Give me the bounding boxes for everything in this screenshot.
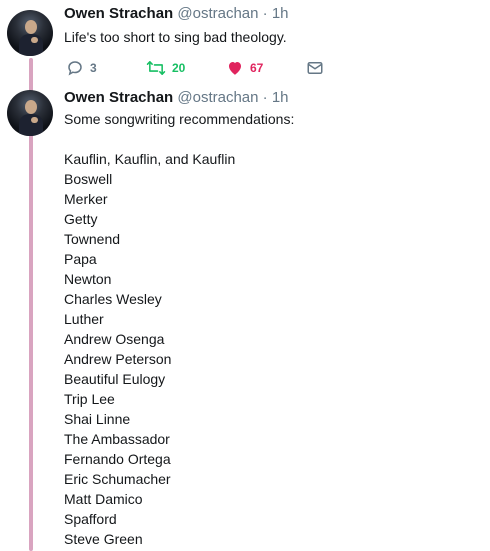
- list-item: Boswell: [64, 171, 113, 187]
- list-item: Matt Damico: [64, 491, 143, 507]
- author-name[interactable]: Owen Strachan: [64, 89, 173, 106]
- list-item: Andrew Osenga: [64, 331, 165, 347]
- heart-icon: [226, 59, 244, 77]
- retweet-button[interactable]: 20: [146, 59, 185, 77]
- envelope-icon: [306, 59, 324, 77]
- separator-dot: ·: [262, 89, 268, 106]
- like-button[interactable]: 67: [226, 59, 263, 77]
- tweet-text: Life's too short to sing bad theology.: [64, 29, 287, 45]
- tweet-header: Owen Strachan @ostrachan · 1h: [64, 89, 289, 107]
- list-item: Steve Green: [64, 531, 143, 547]
- list-item: Getty: [64, 211, 98, 227]
- direct-message-button[interactable]: [306, 59, 324, 77]
- avatar[interactable]: [7, 10, 53, 56]
- reply-button[interactable]: 3: [66, 59, 97, 77]
- list-item: The Ambassador: [64, 431, 170, 447]
- recommendation-list: Kauflin, Kauflin, and Kauflin Boswell Me…: [64, 149, 235, 549]
- reply-count: 3: [90, 61, 97, 75]
- timestamp[interactable]: 1h: [272, 5, 289, 22]
- list-item: Spafford: [64, 511, 117, 527]
- list-item: Andrew Peterson: [64, 351, 172, 367]
- list-item: Newton: [64, 271, 112, 287]
- tweet-actions: 3 20 67: [64, 59, 364, 77]
- tweet-header: Owen Strachan @ostrachan · 1h: [64, 5, 289, 23]
- tweet: Owen Strachan @ostrachan · 1h Life's too…: [0, 0, 490, 84]
- list-item: Beautiful Eulogy: [64, 371, 166, 387]
- list-item: Luther: [64, 311, 104, 327]
- author-handle[interactable]: @ostrachan: [177, 89, 258, 106]
- list-item: Fernando Ortega: [64, 451, 171, 467]
- avatar[interactable]: [7, 90, 53, 136]
- list-item: Shai Linne: [64, 411, 131, 427]
- author-name[interactable]: Owen Strachan: [64, 5, 173, 22]
- reply-icon: [66, 59, 84, 77]
- list-item: Charles Wesley: [64, 291, 162, 307]
- list-item: Merker: [64, 191, 108, 207]
- retweet-count: 20: [172, 61, 186, 75]
- list-item: Kauflin, Kauflin, and Kauflin: [64, 151, 236, 167]
- list-item: Eric Schumacher: [64, 471, 171, 487]
- timestamp[interactable]: 1h: [272, 89, 289, 106]
- tweet-text: Some songwriting recommendations:: [64, 111, 295, 127]
- list-item: Papa: [64, 251, 97, 267]
- like-count: 67: [250, 61, 264, 75]
- list-item: Trip Lee: [64, 391, 115, 407]
- retweet-icon: [146, 59, 166, 77]
- separator-dot: ·: [262, 5, 268, 22]
- author-handle[interactable]: @ostrachan: [177, 5, 258, 22]
- list-item: Townend: [64, 231, 121, 247]
